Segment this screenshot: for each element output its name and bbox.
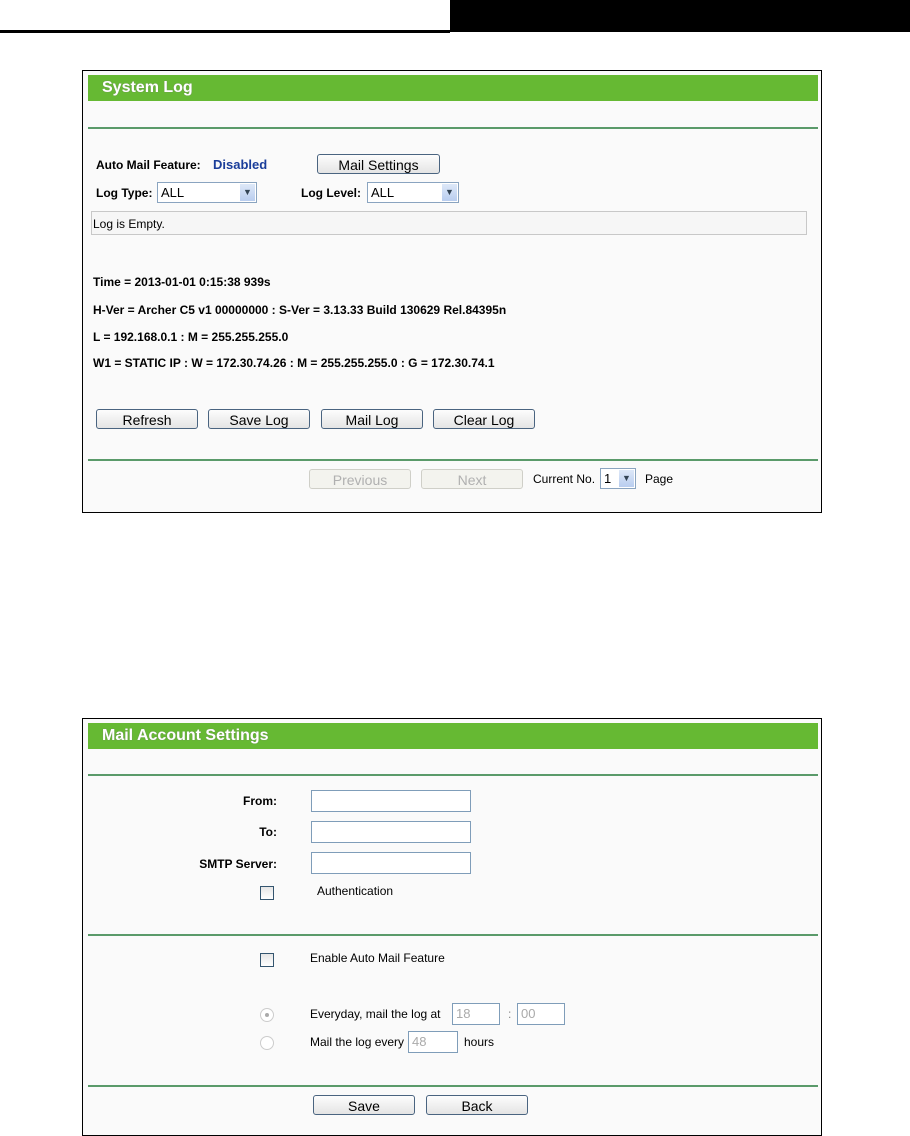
- chevron-down-icon: ▼: [240, 184, 255, 201]
- info-version: H-Ver = Archer C5 v1 00000000 : S-Ver = …: [93, 303, 507, 317]
- hours-interval-input[interactable]: 48: [408, 1031, 458, 1053]
- page-label: Page: [645, 472, 674, 486]
- mail-every-radio[interactable]: [260, 1036, 274, 1050]
- save-log-button[interactable]: Save Log: [208, 409, 310, 429]
- everyday-label: Everyday, mail the log at: [310, 1007, 441, 1021]
- divider: [88, 934, 818, 936]
- mail-settings-button[interactable]: Mail Settings: [317, 154, 440, 174]
- smtp-server-input[interactable]: [311, 852, 471, 874]
- log-content: Log is Empty.: [91, 211, 807, 235]
- time-colon: :: [508, 1007, 512, 1021]
- auto-mail-label: Auto Mail Feature:: [96, 158, 201, 172]
- system-log-panel: System Log Auto Mail Feature: Disabled M…: [82, 70, 822, 513]
- divider: [88, 774, 818, 776]
- from-label: From:: [243, 794, 277, 808]
- current-no-label: Current No.: [533, 472, 596, 486]
- authentication-label: Authentication: [317, 884, 394, 898]
- page-value: 1: [604, 471, 612, 486]
- chevron-down-icon: ▼: [442, 184, 457, 201]
- mail-account-settings-panel: Mail Account Settings From: To: SMTP Ser…: [82, 718, 822, 1136]
- page-header-bar: [450, 0, 910, 32]
- divider: [88, 127, 818, 129]
- divider: [88, 459, 818, 461]
- enable-auto-mail-label: Enable Auto Mail Feature: [310, 951, 445, 965]
- divider: [88, 1085, 818, 1087]
- to-input[interactable]: [311, 821, 471, 843]
- auto-mail-status: Disabled: [213, 157, 268, 172]
- log-type-label: Log Type:: [96, 186, 153, 200]
- save-button[interactable]: Save: [313, 1095, 415, 1115]
- chevron-down-icon: ▼: [619, 470, 634, 487]
- everyday-radio[interactable]: [260, 1008, 274, 1022]
- hour-input[interactable]: 18: [452, 1003, 500, 1025]
- previous-button[interactable]: Previous: [309, 469, 411, 489]
- log-level-select[interactable]: ALL ▼: [367, 182, 459, 203]
- smtp-server-label: SMTP Server:: [199, 857, 277, 871]
- panel-title: System Log: [88, 75, 818, 101]
- hours-label: hours: [464, 1035, 495, 1049]
- panel-title: Mail Account Settings: [88, 723, 818, 749]
- back-button[interactable]: Back: [426, 1095, 528, 1115]
- header-rule: [0, 30, 450, 33]
- refresh-button[interactable]: Refresh: [96, 409, 198, 429]
- clear-log-button[interactable]: Clear Log: [433, 409, 535, 429]
- info-lan: L = 192.168.0.1 : M = 255.255.255.0: [93, 330, 289, 344]
- next-button[interactable]: Next: [421, 469, 523, 489]
- mail-every-label: Mail the log every: [310, 1035, 405, 1049]
- info-wan: W1 = STATIC IP : W = 172.30.74.26 : M = …: [93, 356, 495, 370]
- mail-log-button[interactable]: Mail Log: [321, 409, 423, 429]
- info-time: Time = 2013-01-01 0:15:38 939s: [93, 275, 271, 289]
- page-select[interactable]: 1 ▼: [600, 468, 636, 489]
- to-label: To:: [259, 825, 277, 839]
- enable-auto-mail-checkbox[interactable]: [260, 953, 274, 967]
- minute-input[interactable]: 00: [517, 1003, 565, 1025]
- log-level-value: ALL: [371, 185, 395, 200]
- log-type-value: ALL: [161, 185, 185, 200]
- log-type-select[interactable]: ALL ▼: [157, 182, 257, 203]
- log-level-label: Log Level:: [301, 186, 362, 200]
- from-input[interactable]: [311, 790, 471, 812]
- authentication-checkbox[interactable]: [260, 886, 274, 900]
